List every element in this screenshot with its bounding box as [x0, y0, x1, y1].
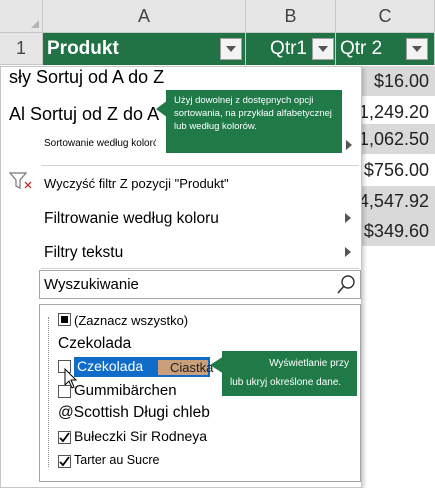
- partial-check-icon: [61, 316, 68, 323]
- submenu-arrow-icon: [346, 140, 352, 150]
- header-cell-produkt[interactable]: Produkt: [43, 33, 246, 65]
- check-icon: [59, 456, 70, 467]
- menu-sort-by-color[interactable]: Sortowanie według kolorów: [44, 138, 156, 149]
- show-hide-tooltip-line2: lub ukryj określone dane.: [230, 377, 342, 388]
- checkbox-tarter[interactable]: [58, 455, 71, 468]
- clear-filter-icon: [8, 172, 32, 189]
- list-group-scottish: @Scottish Długi chleb: [58, 404, 210, 421]
- menu-separator: [41, 165, 359, 166]
- header-cell-qtr1[interactable]: Qtr1: [246, 33, 336, 65]
- select-all-checkbox[interactable]: [58, 313, 71, 326]
- menu-sort-descending[interactable]: Al Sortuj od Z do A: [9, 104, 159, 125]
- list-group-czekolada: Czekolada: [58, 335, 132, 352]
- menu-clear-filter[interactable]: Wyczyść filtr Z pozycji "Produkt": [44, 176, 229, 191]
- filter-dropdown-button-produkt[interactable]: [220, 38, 242, 60]
- row-header-1[interactable]: 1: [0, 33, 43, 65]
- list-item-tag: Ciastka: [158, 360, 213, 375]
- header-label-qtr1: Qtr1: [270, 38, 307, 59]
- list-item-gummibarchen[interactable]: Gummibärchen: [74, 382, 177, 399]
- search-placeholder: Wyszukiwanie: [44, 276, 139, 293]
- corner-triangle-icon: [31, 19, 39, 28]
- header-label-qtr2: Qtr 2: [340, 38, 383, 59]
- menu-text-filters[interactable]: Filtry tekstu: [44, 244, 123, 262]
- chevron-down-icon: [318, 46, 328, 52]
- cell-c7[interactable]: $349.60: [362, 216, 435, 247]
- list-item-buleczki[interactable]: Bułeczki Sir Rodneya: [74, 428, 207, 444]
- cell-c5[interactable]: $756.00: [362, 155, 435, 186]
- submenu-arrow-icon: [345, 213, 351, 223]
- checkbox-gummibarchen[interactable]: [58, 385, 71, 398]
- show-hide-tooltip-line1: Wyświetlanie przy: [269, 358, 349, 369]
- menu-separator: [41, 268, 359, 269]
- select-all-corner[interactable]: [0, 0, 43, 33]
- chevron-down-icon: [226, 46, 236, 52]
- checkbox-buleczki[interactable]: [58, 431, 71, 444]
- list-item-czekolada: Czekolada: [77, 358, 144, 374]
- submenu-arrow-icon: [345, 247, 351, 257]
- show-hide-tooltip: Wyświetlanie przy lub ukryj określone da…: [222, 351, 357, 396]
- filter-dropdown-button-qtr1[interactable]: [312, 38, 334, 60]
- list-item-tarter[interactable]: Tarter au Sucre: [74, 453, 159, 467]
- cell-c6[interactable]: 4,547.92: [362, 186, 435, 217]
- cell-c4[interactable]: $1,062.50: [362, 124, 435, 155]
- header-label-produkt: Produkt: [47, 38, 119, 59]
- header-cell-qtr2[interactable]: Qtr 2: [336, 33, 435, 65]
- sort-options-tooltip: Użyj dowolnej z dostępnych opcji sortowa…: [166, 90, 342, 153]
- check-icon: [59, 432, 70, 443]
- cell-c2[interactable]: $16.00: [362, 66, 435, 97]
- column-header-b[interactable]: B: [246, 0, 336, 33]
- column-header-a[interactable]: A: [43, 0, 246, 33]
- menu-filter-by-color[interactable]: Filtrowanie według koloru: [44, 210, 219, 228]
- tree-line: [48, 317, 49, 467]
- filter-dropdown-button-qtr2[interactable]: [406, 38, 428, 60]
- menu-sort-ascending[interactable]: sły Sortuj od A do Z: [9, 67, 164, 88]
- list-item-select-all[interactable]: (Zaznacz wszystko): [74, 313, 188, 328]
- chevron-down-icon: [412, 46, 422, 52]
- search-icon: [337, 275, 355, 294]
- filter-search-input[interactable]: Wyszukiwanie: [39, 270, 361, 299]
- column-header-c[interactable]: C: [336, 0, 435, 33]
